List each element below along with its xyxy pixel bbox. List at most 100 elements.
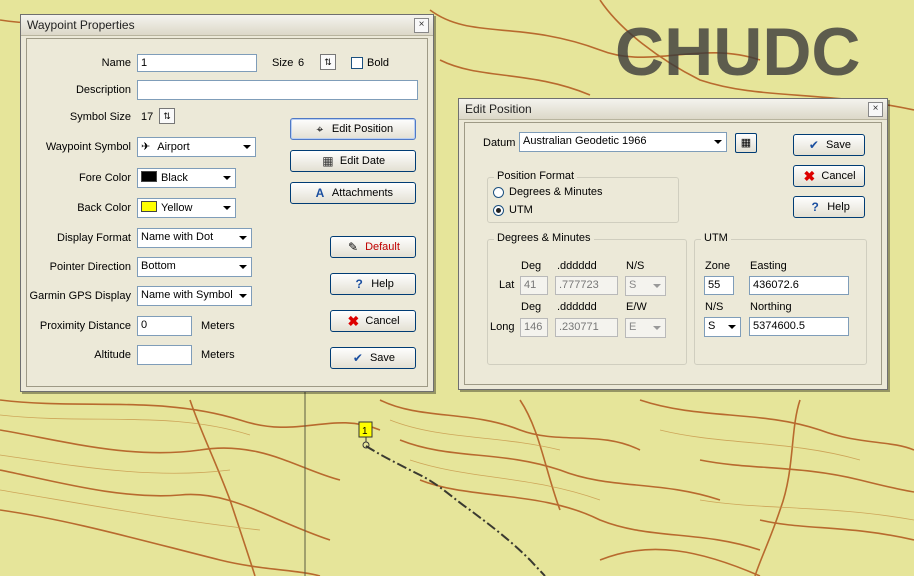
format-utm-label: UTM [509, 204, 533, 216]
save-label: Save [369, 352, 396, 364]
waypoint-symbol-label: Waypoint Symbol [45, 141, 131, 153]
help-button[interactable]: ? Help [330, 273, 416, 295]
ns-label: N/S [705, 301, 724, 313]
bold-label: Bold [367, 57, 390, 69]
cancel-button[interactable]: ✖ Cancel [793, 165, 865, 187]
datum-value: Australian Geodetic 1966 [523, 135, 647, 147]
long-deg-input[interactable]: 146 [520, 318, 548, 337]
edit-position-icon: ⌖ [316, 122, 324, 136]
position-format-caption: Position Format [494, 170, 578, 182]
pointer-direction-label: Pointer Direction [49, 261, 131, 273]
altitude-unit: Meters [201, 349, 235, 361]
long-deg-header: Deg [521, 301, 542, 313]
attachments-icon: A [315, 186, 325, 200]
utm-ns-select[interactable]: S [704, 317, 741, 337]
utm-caption: UTM [701, 232, 731, 244]
lat-dec-input[interactable]: .777723 [555, 276, 618, 295]
lat-deg-input[interactable]: 41 [520, 276, 548, 295]
altitude-input[interactable] [137, 345, 192, 365]
easting-label: Easting [750, 260, 787, 272]
long-dec-header: .dddddd [557, 301, 597, 313]
long-ew-select[interactable]: E [625, 318, 666, 338]
help-icon: ? [811, 200, 819, 214]
proximity-unit: Meters [201, 320, 235, 332]
symbol-size-input[interactable]: 17 [137, 108, 157, 126]
bold-checkbox[interactable] [351, 57, 363, 69]
edit-position-dialog: Edit Position × Datum Australian Geodeti… [458, 98, 888, 390]
lat-ns-select[interactable]: S [625, 276, 666, 296]
position-format-group: Position Format [487, 170, 679, 223]
datum-select[interactable]: Australian Geodetic 1966 [519, 132, 727, 152]
cancel-x-icon: ✖ [803, 168, 816, 184]
edit-date-button[interactable]: ▦ Edit Date [290, 150, 416, 172]
size-spinner-icon[interactable]: ⇅ [320, 54, 336, 70]
proximity-distance-input[interactable]: 0 [137, 316, 192, 336]
display-format-select[interactable]: Name with Dot [137, 228, 252, 248]
chevron-down-icon [243, 145, 251, 149]
help-button[interactable]: ? Help [793, 196, 865, 218]
waypoint-symbol-select[interactable]: ✈ Airport [137, 137, 256, 157]
lat-ns-header: N/S [626, 260, 645, 272]
fore-color-select[interactable]: Black [137, 168, 236, 188]
altitude-label: Altitude [94, 349, 131, 361]
description-input[interactable] [137, 80, 418, 100]
zone-input[interactable]: 55 [704, 276, 734, 295]
description-label: Description [75, 84, 131, 96]
chevron-down-icon [239, 265, 247, 269]
fore-color-label: Fore Color [79, 172, 131, 184]
edit-position-label: Edit Position [331, 123, 394, 135]
chevron-down-icon [223, 176, 231, 180]
easting-input[interactable]: 436072.6 [749, 276, 849, 295]
back-color-value: Yellow [161, 202, 193, 214]
zone-label: Zone [705, 260, 731, 272]
chevron-down-icon [728, 325, 736, 329]
garmin-display-select[interactable]: Name with Symbol [137, 286, 252, 306]
waypoint-label: 1 [362, 426, 368, 437]
format-utm-radio[interactable] [493, 205, 504, 216]
airplane-icon: ✈ [141, 141, 151, 153]
back-color-select[interactable]: Yellow [137, 198, 236, 218]
default-button[interactable]: ✎ Default [330, 236, 416, 258]
yellow-swatch-icon [141, 201, 157, 212]
pointer-direction-select[interactable]: Bottom [137, 257, 252, 277]
close-icon[interactable]: × [414, 18, 429, 33]
chevron-down-icon [653, 284, 661, 288]
chevron-down-icon [239, 294, 247, 298]
format-degrees-minutes-radio[interactable] [493, 187, 504, 198]
name-label: Name [101, 57, 131, 69]
edit-position-titlebar[interactable]: Edit Position × [459, 99, 887, 120]
calendar-icon: ▦ [322, 154, 334, 168]
northing-label: Northing [750, 301, 792, 313]
cancel-label: Cancel [365, 315, 400, 327]
edit-date-label: Edit Date [339, 155, 386, 167]
long-ew-value: E [629, 321, 637, 333]
long-dec-input[interactable]: .230771 [555, 318, 618, 337]
name-input[interactable]: 1 [137, 54, 257, 72]
degrees-minutes-caption: Degrees & Minutes [494, 232, 594, 244]
attachments-label: Attachments [331, 187, 394, 199]
save-check-icon: ✔ [808, 138, 819, 152]
chevron-down-icon [714, 140, 722, 144]
default-label: Default [365, 241, 400, 253]
default-icon: ✎ [348, 240, 359, 254]
waypoint-dialog-titlebar[interactable]: Waypoint Properties × [21, 15, 433, 36]
cancel-button[interactable]: ✖ Cancel [330, 310, 416, 332]
edit-position-button[interactable]: ⌖ Edit Position [290, 118, 416, 140]
northing-input[interactable]: 5374600.5 [749, 317, 849, 336]
proximity-distance-label: Proximity Distance [39, 320, 131, 332]
size-input[interactable]: 6 [294, 54, 320, 72]
symbol-size-spinner-icon[interactable]: ⇅ [159, 108, 175, 124]
help-label: Help [827, 201, 850, 213]
format-degrees-minutes-label: Degrees & Minutes [509, 186, 603, 198]
save-button[interactable]: ✔ Save [793, 134, 865, 156]
lat-dec-header: .dddddd [557, 260, 597, 272]
cancel-x-icon: ✖ [347, 313, 360, 329]
save-button[interactable]: ✔ Save [330, 347, 416, 369]
symbol-size-label: Symbol Size [69, 111, 131, 123]
attachments-button[interactable]: A Attachments [290, 182, 416, 204]
garmin-display-value: Name with Symbol [141, 289, 233, 301]
close-icon[interactable]: × [868, 102, 883, 117]
utm-ns-value: S [708, 320, 716, 332]
datum-picker-button[interactable]: ▦ [735, 133, 757, 153]
waypoint-symbol-value: Airport [157, 141, 190, 153]
